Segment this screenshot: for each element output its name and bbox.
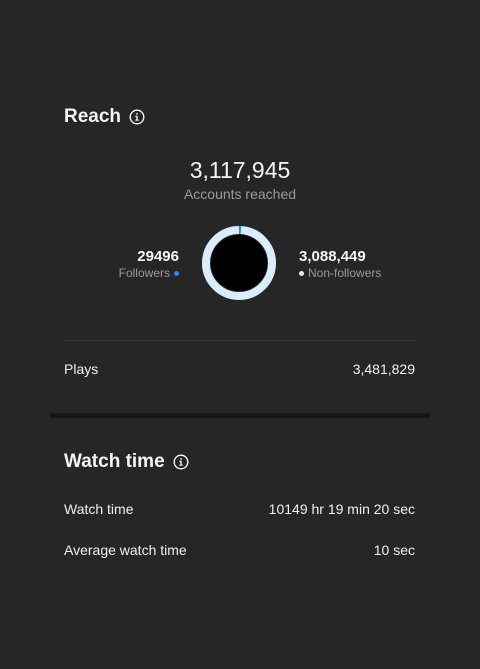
non-followers-label: Non-followers bbox=[308, 266, 382, 280]
watch-time-label: Watch time bbox=[64, 501, 134, 517]
section-divider bbox=[50, 413, 430, 418]
info-icon[interactable] bbox=[129, 109, 145, 125]
followers-legend-dot bbox=[174, 270, 179, 276]
average-watch-time-value: 10 sec bbox=[373, 542, 415, 558]
reach-donut-chart bbox=[201, 225, 277, 301]
followers-value: 29496 bbox=[137, 248, 179, 265]
watch-time-value: 10149 hr 19 min 20 sec bbox=[268, 501, 415, 517]
info-icon[interactable] bbox=[173, 454, 189, 470]
plays-value: 3,481,829 bbox=[352, 361, 415, 377]
accounts-reached-label: Accounts reached bbox=[183, 186, 297, 202]
plays-row: Plays 3,481,829 bbox=[64, 361, 415, 377]
non-followers-legend-dot bbox=[299, 270, 304, 276]
followers-label: Followers bbox=[118, 266, 170, 280]
average-watch-time-label: Average watch time bbox=[64, 542, 187, 558]
divider bbox=[64, 340, 416, 341]
plays-label: Plays bbox=[64, 361, 99, 377]
reach-title-text: Reach bbox=[64, 106, 122, 127]
reach-title: Reach bbox=[64, 106, 145, 128]
watch-time-title: Watch time bbox=[64, 451, 189, 473]
watch-time-row: Watch time 10149 hr 19 min 20 sec bbox=[64, 501, 415, 517]
followers-stat: 29496 Followers bbox=[119, 248, 179, 280]
average-watch-time-row: Average watch time 10 sec bbox=[64, 542, 415, 558]
non-followers-value: 3,088,449 bbox=[299, 248, 366, 265]
accounts-reached-value: 3,117,945 bbox=[189, 157, 291, 183]
donut-center bbox=[211, 235, 267, 291]
watch-time-title-text: Watch time bbox=[64, 451, 165, 472]
non-followers-stat: 3,088,449 Non-followers bbox=[299, 248, 381, 280]
